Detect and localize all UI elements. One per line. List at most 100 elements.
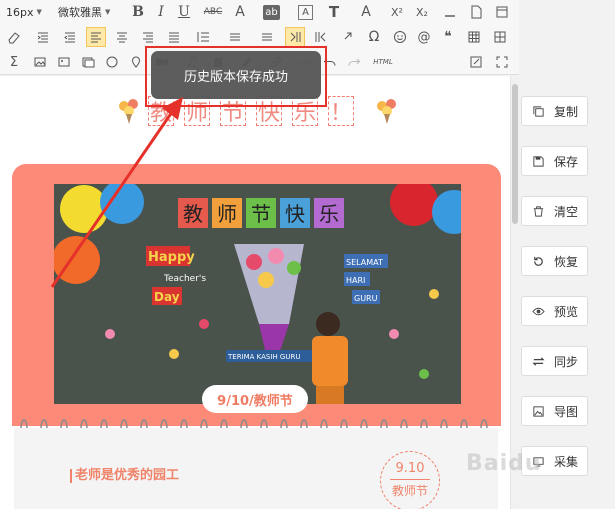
title-char: 教 <box>148 96 174 126</box>
emoji-icon[interactable] <box>390 27 410 47</box>
editor-canvas[interactable]: 教 师 节 快 乐 ！ 教 师 节 快 乐 Happy Teacher's Da… <box>0 76 510 509</box>
restore-label: 恢复 <box>554 254 579 269</box>
copy-label: 复制 <box>554 104 579 119</box>
bold-button[interactable]: B <box>128 2 148 22</box>
banner-char: 师 <box>217 202 237 226</box>
card-photo: 教 师 节 快 乐 Happy Teacher's Day SELAMAT HA… <box>54 184 461 404</box>
banner-char: 节 <box>251 202 271 226</box>
html-source-button[interactable]: HTML <box>370 52 396 72</box>
eraser-icon[interactable] <box>4 27 24 47</box>
align-justify-icon[interactable] <box>164 27 184 47</box>
banner-char: 快 <box>285 202 305 226</box>
align-left-icon[interactable] <box>86 27 106 47</box>
card-lower-panel: 老师是优秀的园工 9.10 教师节 <box>14 428 498 509</box>
edit-icon[interactable] <box>466 52 486 72</box>
font-family-value: 微软雅黑 <box>58 6 102 19</box>
align-right-icon[interactable] <box>138 27 158 47</box>
save-button[interactable]: 保存 <box>521 146 588 176</box>
underline-button[interactable]: U <box>174 2 194 22</box>
collect-label: 采集 <box>554 454 579 469</box>
expand-icon[interactable] <box>492 52 512 72</box>
text-border-button[interactable]: A <box>298 5 313 20</box>
quote-mark: ❝ <box>444 29 452 45</box>
editor-scrollbar[interactable] <box>510 76 519 509</box>
photo-text-guru: GURU <box>354 294 378 303</box>
photo-text-hari: HARI <box>346 276 365 285</box>
superscript-button[interactable]: X² <box>387 2 407 22</box>
title-char: ！ <box>328 96 354 126</box>
undo-icon[interactable] <box>320 52 340 72</box>
date-tag: 9/10/教师节 <box>202 385 308 413</box>
title-chars: 教 师 节 快 乐 ！ <box>148 96 354 126</box>
paragraph-spacing-icon[interactable] <box>222 27 248 47</box>
export-image-label: 导图 <box>554 404 579 419</box>
eye-icon <box>531 304 545 318</box>
text-effect-button[interactable]: A <box>356 2 376 22</box>
link-icon[interactable] <box>338 27 358 47</box>
image-icon[interactable] <box>30 52 50 72</box>
save-label: 保存 <box>554 154 579 169</box>
chevron-down-icon: ▼ <box>105 8 111 16</box>
image-export-icon <box>531 404 545 418</box>
text-direction-icon[interactable] <box>285 27 305 47</box>
grid-icon[interactable] <box>490 27 510 47</box>
clear-label: 清空 <box>554 204 579 219</box>
banner-char: 教 <box>183 202 203 226</box>
mention-icon[interactable]: @ <box>414 27 434 47</box>
title-char: 师 <box>184 96 210 126</box>
list-icon[interactable] <box>254 27 280 47</box>
card-subtitle: 老师是优秀的园工 <box>70 469 179 483</box>
toolbar-row-1: 16px ▼ 微软雅黑 ▼ B I U ABC A ab A T A X² X₂ <box>0 0 519 24</box>
sync-icon <box>531 354 545 368</box>
classroom-photo: 教 师 节 快 乐 Happy Teacher's Day SELAMAT HA… <box>54 184 461 404</box>
font-color-label: A <box>235 4 245 20</box>
photo-text-happy: Happy <box>148 250 195 265</box>
new-page-icon[interactable] <box>466 2 486 22</box>
strikethrough-button[interactable]: ABC <box>200 2 226 22</box>
teacher-day-card: 教 师 节 快 乐 Happy Teacher's Day SELAMAT HA… <box>12 164 501 426</box>
map-icon[interactable] <box>126 52 146 72</box>
scrollbar-thumb[interactable] <box>512 84 518 224</box>
preview-label: 预览 <box>554 304 579 319</box>
highlight-button[interactable]: ab <box>263 5 280 20</box>
subscript-button[interactable]: X₂ <box>412 2 432 22</box>
indent-icon[interactable] <box>30 27 56 47</box>
quote-icon[interactable]: ❝ <box>438 27 458 47</box>
redo-icon[interactable] <box>344 52 364 72</box>
restore-icon <box>531 254 545 268</box>
export-image-button[interactable]: 导图 <box>521 396 588 426</box>
outdent-icon[interactable] <box>60 27 80 47</box>
clear-button[interactable]: 清空 <box>521 196 588 226</box>
save-icon <box>531 154 545 168</box>
banner-char: 乐 <box>319 202 339 226</box>
font-family-select[interactable]: 微软雅黑 ▼ <box>58 3 110 21</box>
date-stamp: 9.10 教师节 <box>380 451 440 509</box>
line-height-icon[interactable] <box>190 27 216 47</box>
table-icon[interactable] <box>464 27 484 47</box>
restore-button[interactable]: 恢复 <box>521 246 588 276</box>
snapshot-icon[interactable] <box>102 52 122 72</box>
flower-bouquet-icon <box>119 99 138 124</box>
title-char: 节 <box>220 96 246 126</box>
stamp-name: 教师节 <box>391 484 428 498</box>
font-color-button[interactable]: A <box>230 2 250 22</box>
special-char-icon[interactable]: Ω <box>364 27 384 47</box>
minus-icon[interactable] <box>440 2 460 22</box>
align-center-icon[interactable] <box>112 27 132 47</box>
chevron-down-icon: ▼ <box>36 8 42 16</box>
photo-text-selamat: SELAMAT <box>346 258 383 267</box>
multi-image-icon[interactable] <box>54 52 74 72</box>
italic-button[interactable]: I <box>151 2 171 22</box>
sync-label: 同步 <box>554 354 579 369</box>
frame-icon[interactable] <box>78 52 98 72</box>
rtl-icon[interactable] <box>311 27 331 47</box>
font-size-select[interactable]: 16px ▼ <box>6 3 42 21</box>
sync-button[interactable]: 同步 <box>521 346 588 376</box>
copy-button[interactable]: 复制 <box>521 96 588 126</box>
text-style-button[interactable]: T <box>324 2 344 22</box>
formula-icon[interactable]: Σ <box>4 52 24 72</box>
preview-button[interactable]: 预览 <box>521 296 588 326</box>
flower-bouquet-icon <box>377 99 396 124</box>
fullscreen-icon[interactable] <box>492 2 512 22</box>
photo-text-day: Day <box>154 290 180 304</box>
